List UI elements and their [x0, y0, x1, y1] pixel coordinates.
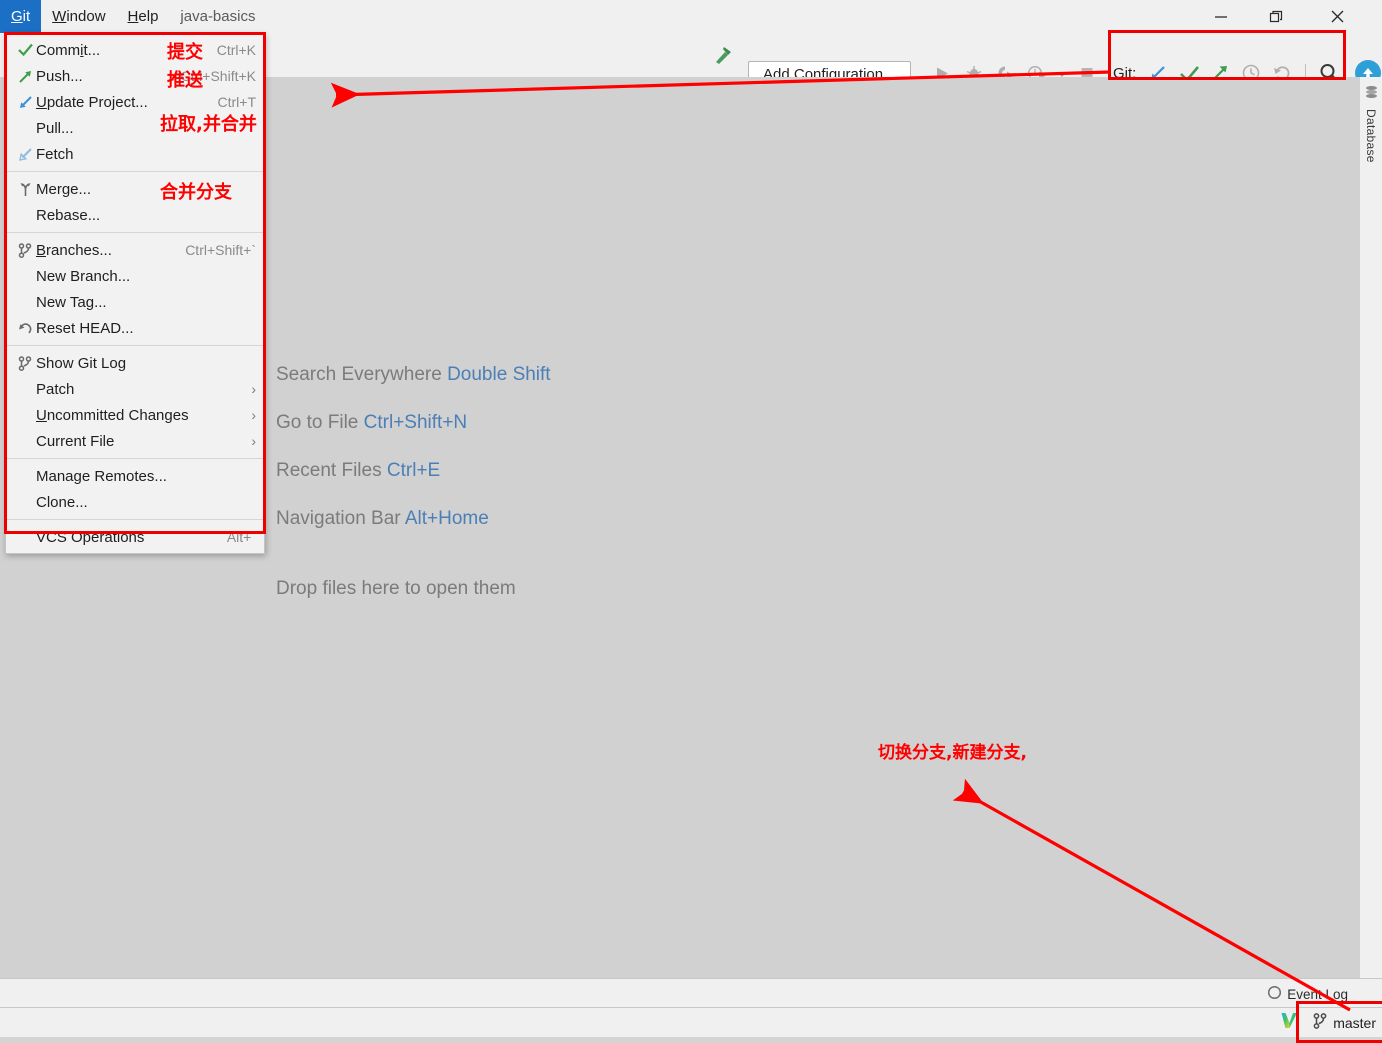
update-arrow-icon — [14, 95, 36, 110]
menu-item-pull[interactable]: Pull... — [6, 115, 264, 141]
shortcut-action: Recent Files — [276, 460, 382, 481]
menu-item-update-project[interactable]: Update Project... Ctrl+T — [6, 89, 264, 115]
shortcut-hints: Search Everywhere Double Shift Go to Fil… — [276, 364, 551, 600]
branch-name: master — [1333, 1014, 1376, 1031]
tool-window-bar: Event Log — [0, 978, 1382, 1008]
menu-item-label: Update Project... — [36, 93, 148, 111]
commit-check-icon — [14, 43, 36, 57]
menu-item-label: Commit... — [36, 41, 101, 59]
chevron-right-icon: › — [251, 433, 256, 449]
chevron-right-icon: › — [251, 381, 256, 397]
menu-item-clone[interactable]: Clone... — [6, 489, 264, 515]
menu-separator — [6, 458, 264, 459]
reset-head-icon — [14, 321, 36, 336]
sidebar-item-label: Database — [1364, 109, 1378, 163]
shortcut-key: Ctrl+E — [386, 460, 441, 481]
shortcut-key: Alt+Home — [404, 508, 489, 529]
shortcut-key: Ctrl+Shift+N — [363, 412, 468, 433]
menu-item-branches[interactable]: Branches... Ctrl+Shift+` — [6, 237, 264, 263]
menu-item-label: Current File — [36, 432, 115, 450]
menu-item-label: Fetch — [36, 145, 74, 163]
menu-separator — [6, 519, 264, 520]
event-log-icon — [1267, 985, 1282, 1003]
menu-item-shortcut: Alt+` — [226, 529, 256, 545]
database-icon — [1364, 85, 1379, 105]
menubar-item-window[interactable]: Window — [41, 0, 116, 33]
menu-item-label: Patch — [36, 380, 75, 398]
event-log-label: Event Log — [1287, 986, 1348, 1002]
menu-item-label: New Tag... — [36, 293, 107, 311]
restore-icon[interactable] — [1253, 0, 1299, 33]
close-icon[interactable] — [1314, 0, 1360, 33]
menu-item-label: Rebase... — [36, 206, 101, 224]
status-bar-right: master — [1280, 1008, 1376, 1037]
menu-bar: Git Window Help java-basics — [0, 0, 266, 33]
menubar-item-help[interactable]: Help — [117, 0, 170, 33]
menu-item-rebase[interactable]: Rebase... — [6, 202, 264, 228]
shortcut-hint-row: Go to File Ctrl+Shift+N — [276, 412, 551, 434]
menu-item-shortcut: Ctrl+Shift+` — [185, 242, 256, 258]
menu-item-show-git-log[interactable]: Show Git Log — [6, 350, 264, 376]
right-tool-strip: Database — [1359, 77, 1382, 981]
menu-item-uncommitted-changes[interactable]: Uncommitted Changes › — [6, 402, 264, 428]
shortcut-action: Go to File — [276, 412, 359, 433]
menu-item-commit[interactable]: Commit... Ctrl+K — [6, 37, 264, 63]
branch-icon — [1313, 1013, 1327, 1032]
shortcut-key: Double Shift — [447, 364, 551, 385]
menubar-item-git[interactable]: Git — [0, 0, 42, 33]
shortcut-action: Navigation Bar — [276, 508, 401, 529]
menu-separator — [6, 171, 264, 172]
menu-item-label: Reset HEAD... — [36, 319, 134, 337]
menu-item-label: Manage Remotes... — [36, 467, 167, 485]
menu-item-fetch[interactable]: Fetch — [6, 141, 264, 167]
menu-item-label: Uncommitted Changes — [36, 406, 189, 424]
minimize-icon[interactable] — [1198, 0, 1244, 33]
branch-icon — [14, 242, 36, 258]
menu-item-label: Branches... — [36, 241, 112, 259]
menu-item-manage-remotes[interactable]: Manage Remotes... — [6, 463, 264, 489]
shortcut-action: Search Everywhere — [276, 364, 442, 385]
idea-v-icon[interactable] — [1280, 1011, 1299, 1035]
menu-item-merge[interactable]: Merge... — [6, 176, 264, 202]
chevron-right-icon: › — [251, 407, 256, 423]
shortcut-hint-row: Recent Files Ctrl+E — [276, 460, 551, 482]
menu-item-label: Show Git Log — [36, 354, 127, 372]
menu-item-shortcut: Ctrl+Shift+K — [180, 68, 256, 84]
merge-icon — [14, 182, 36, 197]
menu-item-current-file[interactable]: Current File › — [6, 428, 264, 454]
menu-item-shortcut: Ctrl+T — [217, 94, 257, 110]
fetch-arrow-icon — [14, 147, 36, 162]
menu-item-new-branch[interactable]: New Branch... — [6, 263, 264, 289]
branch-widget[interactable]: master — [1313, 1013, 1376, 1032]
project-name: java-basics — [180, 8, 256, 25]
menu-item-label: Merge... — [36, 180, 92, 198]
git-dropdown-menu: Commit... Ctrl+K Push... Ctrl+Shift+K Up… — [5, 33, 265, 554]
hammer-icon[interactable] — [712, 44, 734, 71]
shortcut-hint-row: Navigation Bar Alt+Home — [276, 508, 551, 530]
git-log-icon — [14, 355, 36, 371]
menu-item-label: Pull... — [36, 119, 74, 137]
status-bar: master — [0, 1008, 1382, 1037]
menu-item-reset-head[interactable]: Reset HEAD... — [6, 315, 264, 341]
sidebar-item-database[interactable]: Database — [1360, 85, 1382, 163]
menu-item-label: New Branch... — [36, 267, 131, 285]
menu-item-push[interactable]: Push... Ctrl+Shift+K — [6, 63, 264, 89]
drop-files-hint: Drop files here to open them — [276, 578, 516, 599]
menu-separator — [6, 232, 264, 233]
menu-item-vcs-operations[interactable]: VCS Operations Alt+` — [6, 524, 264, 550]
menu-separator — [6, 345, 264, 346]
push-arrow-icon — [14, 69, 36, 84]
menu-item-shortcut: Ctrl+K — [216, 42, 256, 58]
title-bar: Git Window Help java-basics — [0, 0, 1382, 33]
menu-item-new-tag[interactable]: New Tag... — [6, 289, 264, 315]
menu-item-label: VCS Operations — [36, 528, 145, 546]
event-log-button[interactable]: Event Log — [1267, 985, 1348, 1003]
menu-item-patch[interactable]: Patch › — [6, 376, 264, 402]
shortcut-hint-row: Search Everywhere Double Shift — [276, 364, 551, 386]
menu-item-label: Push... — [36, 67, 83, 85]
menu-item-label: Clone... — [36, 493, 88, 511]
